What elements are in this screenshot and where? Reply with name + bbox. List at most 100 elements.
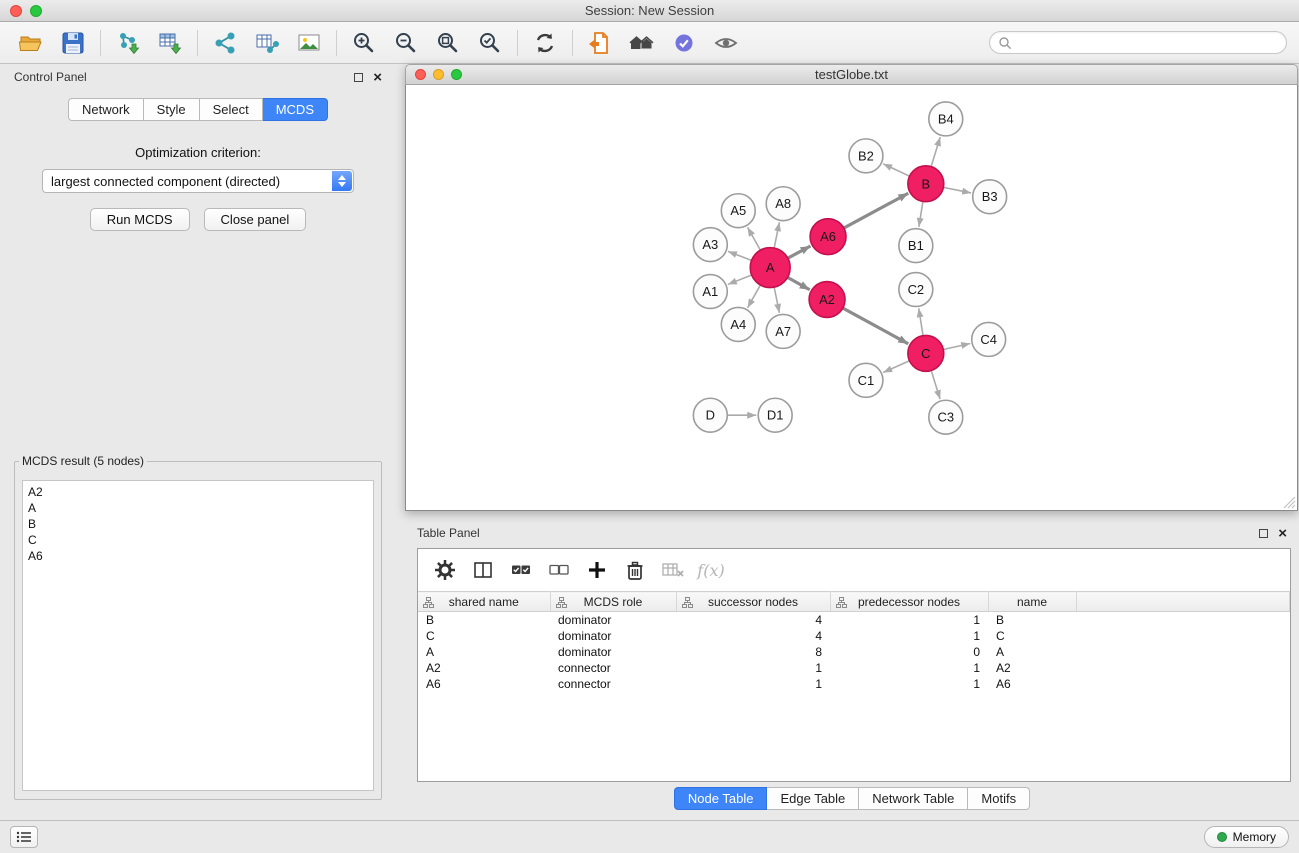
- graph-node-A4[interactable]: A4: [721, 307, 755, 341]
- graph-edge-A-A5[interactable]: [748, 227, 761, 250]
- cell-mcds-role[interactable]: connector: [550, 676, 676, 692]
- graph-edge-A-A3[interactable]: [728, 251, 752, 260]
- graphics-details-button[interactable]: [663, 25, 705, 61]
- window-resize-grip[interactable]: [1284, 497, 1295, 508]
- zoom-fit-button[interactable]: [427, 25, 469, 61]
- graph-node-D1[interactable]: D1: [758, 398, 792, 432]
- graph-edge-C-C3[interactable]: [931, 371, 940, 400]
- zoom-in-button[interactable]: [343, 25, 385, 61]
- table-row[interactable]: A2connector11A2: [418, 660, 1290, 676]
- graph-node-B2[interactable]: B2: [849, 139, 883, 173]
- mcds-result-item[interactable]: A2: [28, 484, 368, 500]
- table-row[interactable]: Cdominator41C: [418, 628, 1290, 644]
- tab-network[interactable]: Network: [68, 98, 144, 121]
- graph-node-C1[interactable]: C1: [849, 363, 883, 397]
- table-row[interactable]: Bdominator41B: [418, 612, 1290, 628]
- graph-node-A[interactable]: A: [750, 248, 790, 288]
- table-row[interactable]: A6connector11A6: [418, 676, 1290, 692]
- column-header-successor-nodes[interactable]: successor nodes: [676, 592, 830, 612]
- export-image-button[interactable]: [288, 25, 330, 61]
- close-table-panel-icon[interactable]: ×: [1278, 526, 1287, 541]
- graph-node-A3[interactable]: A3: [693, 228, 727, 262]
- cell-predecessor-nodes[interactable]: 1: [830, 628, 988, 644]
- graph-node-A6[interactable]: A6: [810, 219, 846, 255]
- graph-edge-B-B3[interactable]: [943, 187, 971, 193]
- float-table-panel-icon[interactable]: [1259, 529, 1268, 538]
- search-input[interactable]: [1017, 36, 1278, 50]
- show-columns-button[interactable]: [468, 555, 498, 585]
- new-network-from-table-button[interactable]: [246, 25, 288, 61]
- mcds-result-item[interactable]: C: [28, 532, 368, 548]
- cell-successor-nodes[interactable]: 1: [676, 676, 830, 692]
- show-hide-button[interactable]: [705, 25, 747, 61]
- tab-style[interactable]: Style: [144, 98, 200, 121]
- memory-button[interactable]: Memory: [1204, 826, 1289, 848]
- first-neighbors-button[interactable]: [579, 25, 621, 61]
- graph-node-B3[interactable]: B3: [973, 180, 1007, 214]
- function-builder-button[interactable]: f(x): [696, 555, 726, 585]
- cell-name[interactable]: A2: [988, 660, 1076, 676]
- cell-successor-nodes[interactable]: 4: [676, 628, 830, 644]
- column-header-name[interactable]: name: [988, 592, 1076, 612]
- delete-table-button[interactable]: [658, 555, 688, 585]
- tab-select[interactable]: Select: [200, 98, 263, 121]
- close-window-button[interactable]: [10, 5, 22, 17]
- cell-name[interactable]: A: [988, 644, 1076, 660]
- mcds-result-item[interactable]: A: [28, 500, 368, 516]
- graph-node-A5[interactable]: A5: [721, 194, 755, 228]
- graph-node-C3[interactable]: C3: [929, 400, 963, 434]
- tab-motifs[interactable]: Motifs: [968, 787, 1030, 810]
- table-settings-button[interactable]: [430, 555, 460, 585]
- graph-edge-A-A8[interactable]: [774, 222, 779, 248]
- graph-node-D[interactable]: D: [693, 398, 727, 432]
- select-all-button[interactable]: [506, 555, 536, 585]
- apply-layout-button[interactable]: [524, 25, 566, 61]
- add-column-button[interactable]: [582, 555, 612, 585]
- save-session-button[interactable]: [52, 25, 94, 61]
- criterion-dropdown[interactable]: largest connected component (directed): [42, 169, 354, 193]
- graph-edge-A-A7[interactable]: [774, 287, 779, 313]
- graph-node-B[interactable]: B: [908, 166, 944, 202]
- graph-edge-A6-B[interactable]: [844, 193, 908, 228]
- graph-edge-A-A2[interactable]: [788, 277, 810, 289]
- graph-node-C4[interactable]: C4: [972, 322, 1006, 356]
- column-header-predecessor-nodes[interactable]: predecessor nodes: [830, 592, 988, 612]
- graph-edge-A2-C[interactable]: [843, 308, 908, 344]
- graph-edge-B-B4[interactable]: [931, 137, 940, 167]
- column-header-shared-name[interactable]: shared name: [418, 592, 550, 612]
- cell-predecessor-nodes[interactable]: 1: [830, 676, 988, 692]
- delete-column-button[interactable]: [620, 555, 650, 585]
- cell-mcds-role[interactable]: connector: [550, 660, 676, 676]
- graph-node-A1[interactable]: A1: [693, 275, 727, 309]
- minimize-network-window-button[interactable]: [433, 69, 444, 80]
- graph-node-A2[interactable]: A2: [809, 282, 845, 318]
- cell-mcds-role[interactable]: dominator: [550, 628, 676, 644]
- tab-node-table[interactable]: Node Table: [674, 787, 768, 810]
- cell-shared-name[interactable]: A: [418, 644, 550, 660]
- graph-node-A7[interactable]: A7: [766, 314, 800, 348]
- tab-edge-table[interactable]: Edge Table: [767, 787, 859, 810]
- cell-name[interactable]: B: [988, 612, 1076, 628]
- cell-predecessor-nodes[interactable]: 0: [830, 644, 988, 660]
- show-log-console-button[interactable]: [10, 826, 38, 848]
- zoom-out-button[interactable]: [385, 25, 427, 61]
- network-window-titlebar[interactable]: testGlobe.txt: [405, 64, 1298, 85]
- import-table-from-file-button[interactable]: [149, 25, 191, 61]
- cell-shared-name[interactable]: A2: [418, 660, 550, 676]
- graph-node-C[interactable]: C: [908, 335, 944, 371]
- close-panel-icon[interactable]: ×: [373, 70, 382, 85]
- zoom-selected-button[interactable]: [469, 25, 511, 61]
- graph-node-C2[interactable]: C2: [899, 273, 933, 307]
- cell-name[interactable]: C: [988, 628, 1076, 644]
- cell-shared-name[interactable]: B: [418, 612, 550, 628]
- cell-name[interactable]: A6: [988, 676, 1076, 692]
- graph-edge-A-A4[interactable]: [748, 285, 761, 308]
- table-row[interactable]: Adominator80A: [418, 644, 1290, 660]
- load-network-button[interactable]: [204, 25, 246, 61]
- mcds-result-item[interactable]: B: [28, 516, 368, 532]
- cell-predecessor-nodes[interactable]: 1: [830, 660, 988, 676]
- cell-mcds-role[interactable]: dominator: [550, 612, 676, 628]
- cell-successor-nodes[interactable]: 8: [676, 644, 830, 660]
- import-network-from-file-button[interactable]: [107, 25, 149, 61]
- graph-edge-A-A1[interactable]: [728, 275, 752, 284]
